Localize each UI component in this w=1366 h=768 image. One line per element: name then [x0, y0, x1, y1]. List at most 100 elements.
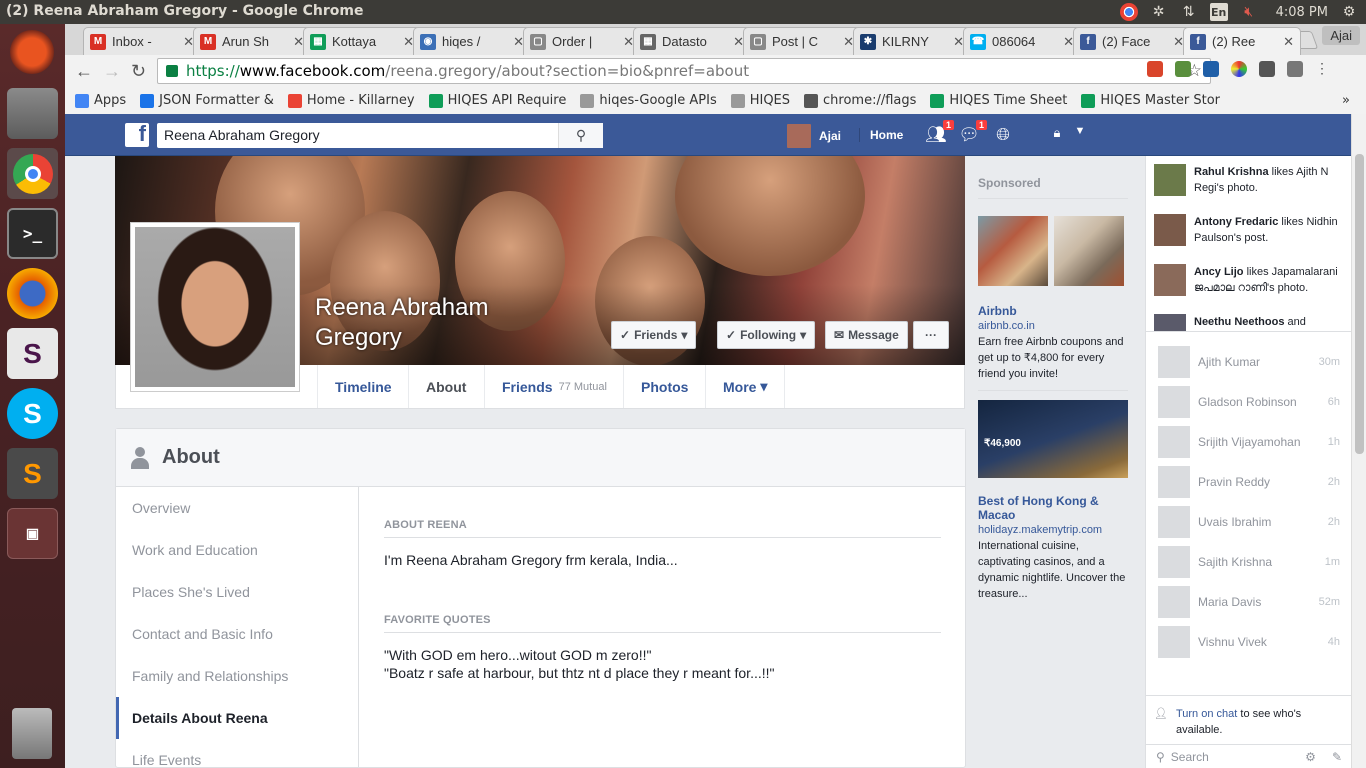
bookmark-item[interactable]: hiqes-Google APIs — [580, 93, 717, 108]
airbnb-ad-title[interactable]: Airbnb — [978, 304, 1128, 318]
ticker-item[interactable]: Neethu Neethoos and — [1146, 306, 1351, 331]
ubuntu-icon[interactable] — [10, 30, 54, 74]
skype-icon[interactable]: S — [7, 388, 58, 439]
tab-timeline[interactable]: Timeline — [317, 365, 409, 408]
chrome-menu-icon[interactable]: ⋮ — [1315, 61, 1331, 77]
slack-icon[interactable]: S — [7, 328, 58, 379]
chat-contact[interactable]: Maria Davis 52m — [1146, 582, 1351, 622]
bookmark-item[interactable]: HIQES API Require — [428, 93, 566, 108]
extension-db-icon[interactable] — [1175, 61, 1191, 77]
bookmarks-overflow-button[interactable]: » — [1342, 93, 1350, 108]
close-tab-icon[interactable]: ✕ — [1283, 34, 1294, 50]
bookmark-item[interactable]: HIQES Time Sheet — [930, 93, 1067, 108]
bookmark-item[interactable]: Home - Killarney — [287, 93, 415, 108]
extension-off-icon[interactable] — [1287, 61, 1303, 77]
about-nav-item[interactable]: Places She's Lived — [116, 571, 358, 613]
chat-search-input[interactable]: Search — [1171, 750, 1299, 764]
hongkong-ad-title[interactable]: Best of Hong Kong & Macao — [978, 494, 1128, 522]
terminal-icon[interactable]: >_ — [7, 208, 58, 259]
profile-button[interactable]: Ajai — [1322, 26, 1360, 45]
chat-contact[interactable]: Vishnu Vivek 4h — [1146, 622, 1351, 662]
tab-more[interactable]: More ▾ — [705, 365, 786, 408]
about-nav-item[interactable]: Life Events — [116, 739, 358, 768]
clock[interactable]: 4:08 PM — [1276, 5, 1328, 20]
settings-tray-icon[interactable]: ✲ — [1150, 3, 1168, 21]
browser-tab[interactable]: f (2) Ree ✕ — [1183, 27, 1301, 55]
chrome-icon[interactable] — [7, 148, 58, 199]
tab-about[interactable]: About — [408, 365, 483, 408]
extension-red-icon[interactable] — [1147, 61, 1163, 77]
chat-contact[interactable]: Sajith Krishna 1m — [1146, 542, 1351, 582]
ticker-item[interactable]: Antony Fredaric likes Nidhin Paulson's p… — [1146, 206, 1351, 256]
ticker-item[interactable]: Rahul Krishna likes Ajith N Regi's photo… — [1146, 156, 1351, 206]
firefox-icon[interactable] — [7, 268, 58, 319]
messages-icon[interactable]: 💬︎ 1 — [958, 120, 987, 145]
tab-friends[interactable]: Friends 77 Mutual — [484, 365, 624, 408]
facebook-logo-icon[interactable]: f — [125, 121, 149, 147]
chat-search[interactable]: ⚲ Search ⚙ ✎ — [1146, 744, 1351, 768]
browser-tab[interactable]: ▦ Datasto ✕ — [633, 27, 751, 55]
trash-icon[interactable] — [12, 708, 52, 759]
browser-tab[interactable]: ▢ Post | C ✕ — [743, 27, 861, 55]
browser-tab[interactable]: f (2) Face ✕ — [1073, 27, 1191, 55]
account-menu-icon[interactable]: ▼ — [1069, 125, 1091, 145]
ticker-item[interactable]: Ancy Lijo likes Japamalarani ജപമാല റാണി'… — [1146, 256, 1351, 306]
chat-contact[interactable]: Srijith Vijayamohan 1h — [1146, 422, 1351, 462]
forward-icon[interactable]: → — [103, 61, 121, 82]
bookmark-item[interactable]: JSON Formatter & — [140, 93, 274, 108]
tab-photos[interactable]: Photos — [623, 365, 705, 408]
friend-requests-icon[interactable]: 👥︎ 1 — [925, 120, 954, 145]
turn-on-chat-link[interactable]: Turn on chat — [1176, 708, 1237, 720]
chat-contact[interactable]: Uvais Ibrahim 2h — [1146, 502, 1351, 542]
page-scrollbar[interactable] — [1351, 114, 1366, 768]
browser-tab[interactable]: ◉ hiqes / ✕ — [413, 27, 531, 55]
chrome-tray-icon[interactable] — [1119, 3, 1138, 21]
sublime-icon[interactable]: S — [7, 448, 58, 499]
browser-tab[interactable]: ▦ Kottaya ✕ — [303, 27, 421, 55]
extension-color-icon[interactable] — [1231, 61, 1247, 77]
browser-tab[interactable]: M Inbox - ✕ — [83, 27, 201, 55]
about-nav-item[interactable]: Details About Reena — [116, 697, 358, 739]
about-nav-item[interactable]: Family and Relationships — [116, 655, 358, 697]
chat-contact[interactable]: Pravin Reddy 2h — [1146, 462, 1351, 502]
keyboard-layout-indicator[interactable]: En — [1209, 3, 1228, 21]
facebook-search-input[interactable]: Reena Abraham Gregory — [157, 123, 603, 148]
profile-picture[interactable] — [130, 222, 300, 392]
airbnb-ad-url[interactable]: airbnb.co.in — [978, 320, 1128, 332]
network-icon[interactable]: ⇅ — [1180, 3, 1198, 21]
about-nav-item[interactable]: Work and Education — [116, 529, 358, 571]
power-gear-icon[interactable]: ⚙ — [1340, 3, 1358, 21]
extension-puzzle-icon[interactable] — [1259, 61, 1275, 77]
workspace-icon[interactable]: ▣ — [7, 508, 58, 559]
hongkong-ad-banner[interactable]: ₹46,900 — [978, 400, 1128, 478]
chat-contact[interactable]: Ajith Kumar 30m — [1146, 342, 1351, 382]
browser-tab[interactable]: ✱ KILRNY ✕ — [853, 27, 971, 55]
airbnb-ad-images[interactable] — [978, 216, 1128, 286]
bookmark-item[interactable]: HIQES — [730, 93, 790, 108]
about-nav-item[interactable]: Contact and Basic Info — [116, 613, 358, 655]
profile-name[interactable]: Reena Abraham Gregory — [315, 293, 535, 353]
files-icon[interactable] — [7, 88, 58, 139]
bookmark-item[interactable]: chrome://flags — [804, 93, 916, 108]
profile-link[interactable]: Ajai — [787, 124, 841, 148]
following-button[interactable]: ✓ Following ▾ — [717, 321, 816, 349]
browser-tab[interactable]: M Arun Sh ✕ — [193, 27, 311, 55]
volume-muted-icon[interactable]: 🔇︎ — [1240, 3, 1258, 21]
privacy-lock-icon[interactable]: 🔒︎ — [1046, 125, 1068, 145]
new-message-icon[interactable]: ✎ — [1332, 750, 1342, 764]
friends-button[interactable]: ✓ Friends ▾ — [611, 321, 697, 349]
address-bar[interactable]: https://www.facebook.com/reena.gregory/a… — [157, 58, 1211, 84]
chat-contact[interactable]: Gladson Robinson 6h — [1146, 382, 1351, 422]
back-icon[interactable]: ← — [75, 61, 93, 82]
bookmark-item[interactable]: HIQES Master Stor — [1081, 93, 1220, 108]
notifications-globe-icon[interactable]: 🌐︎ — [992, 125, 1014, 145]
message-button[interactable]: ✉ Message — [825, 321, 908, 349]
hongkong-ad-url[interactable]: holidayz.makemytrip.com — [978, 524, 1128, 536]
more-options-button[interactable]: ··· — [913, 321, 949, 349]
browser-tab[interactable]: ▢ Order | ✕ — [523, 27, 641, 55]
bookmark-item[interactable]: Apps — [75, 93, 126, 108]
reload-icon[interactable]: ↻ — [131, 61, 146, 82]
extension-s-icon[interactable] — [1203, 61, 1219, 77]
about-nav-item[interactable]: Overview — [116, 487, 358, 529]
search-icon[interactable]: ⚲ — [558, 123, 603, 148]
